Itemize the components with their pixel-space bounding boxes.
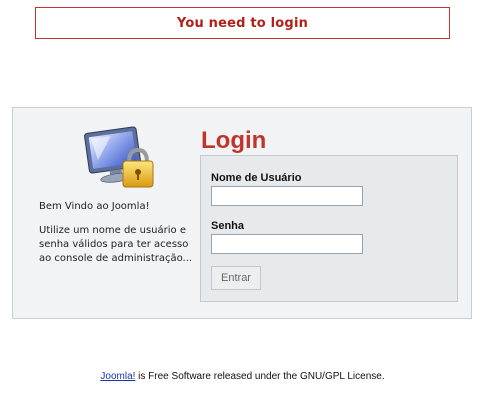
alert-message: You need to login [176, 15, 309, 31]
footer-license-text: is Free Software released under the GNU/… [135, 371, 385, 382]
welcome-title: Bem Vindo ao Joomla! [39, 201, 150, 212]
login-heading: Login [201, 127, 267, 154]
footer: Joomla! is Free Software released under … [0, 371, 485, 382]
login-submit-button[interactable]: Entrar [211, 266, 261, 290]
monitor-with-padlock-icon [83, 124, 159, 192]
password-label: Senha [211, 220, 245, 232]
login-form: Nome de Usuário Senha Entrar [200, 155, 458, 302]
welcome-text: Bem Vindo ao Joomla! Utilize um nome de … [39, 200, 199, 276]
login-required-alert: You need to login [35, 7, 450, 39]
login-panel: Bem Vindo ao Joomla! Utilize um nome de … [12, 107, 472, 319]
joomla-link[interactable]: Joomla! [100, 371, 135, 382]
password-field[interactable] [211, 234, 363, 254]
username-field[interactable] [211, 186, 363, 206]
welcome-description: Utilize um nome de usuário e senha válid… [39, 225, 193, 264]
username-label: Nome de Usuário [211, 172, 302, 184]
